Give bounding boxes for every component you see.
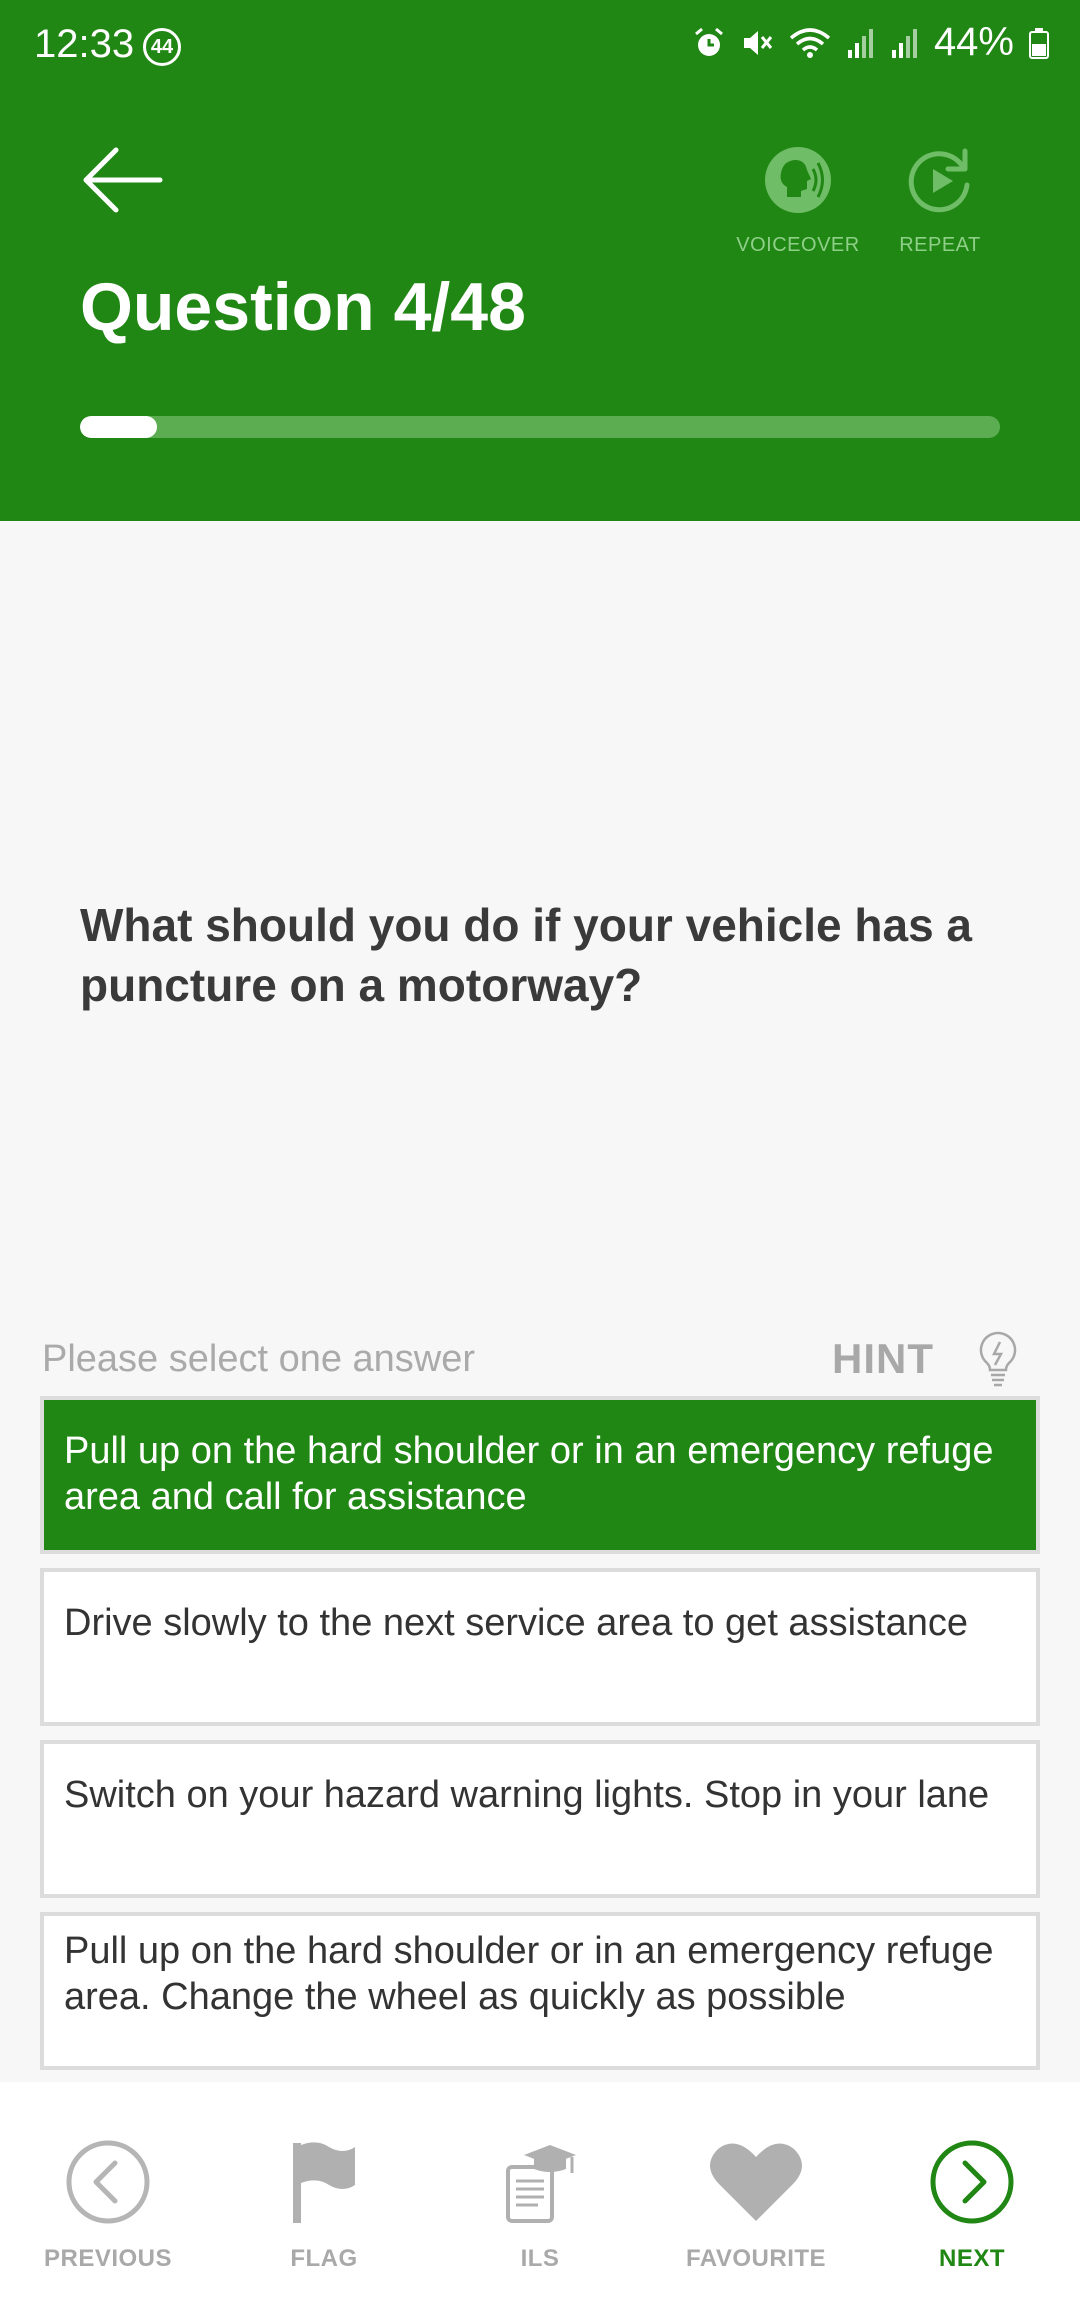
progress-bar — [80, 416, 1000, 438]
previous-label: PREVIOUS — [43, 2245, 173, 2272]
next-button[interactable]: NEXT — [872, 2137, 1072, 2273]
answer-text: Pull up on the hard shoulder or in an em… — [64, 1430, 994, 1518]
heart-icon — [710, 2143, 802, 2221]
chevron-right-circle-icon — [930, 2140, 1014, 2224]
repeat-button[interactable]: REPEAT — [870, 145, 1010, 257]
status-time: 12:33 — [34, 22, 135, 66]
battery-percent: 44% — [933, 20, 1014, 64]
previous-button[interactable]: PREVIOUS — [8, 2137, 208, 2273]
signal-icon-2 — [891, 28, 917, 58]
repeat-label: REPEAT — [899, 234, 981, 256]
mute-icon — [743, 30, 773, 55]
flag-label: FLAG — [290, 2245, 358, 2272]
back-button[interactable] — [80, 145, 164, 215]
battery-icon — [1029, 27, 1049, 59]
answer-text: Switch on your hazard warning lights. St… — [64, 1774, 990, 1816]
chevron-left-circle-icon — [66, 2140, 150, 2224]
answer-list: Pull up on the hard shoulder or in an em… — [40, 1396, 1040, 2084]
progress-fill — [80, 416, 157, 438]
voiceover-button[interactable]: VOICEOVER — [728, 145, 868, 257]
flag-button[interactable]: FLAG — [224, 2137, 424, 2273]
answer-option-2[interactable]: Drive slowly to the next service area to… — [40, 1568, 1040, 1726]
favourite-button[interactable]: FAVOURITE — [656, 2137, 856, 2273]
voiceover-label: VOICEOVER — [736, 234, 860, 256]
favourite-label: FAVOURITE — [685, 2245, 827, 2272]
answer-option-3[interactable]: Switch on your hazard warning lights. St… — [40, 1740, 1040, 1898]
answer-text: Pull up on the hard shoulder or in an em… — [64, 1930, 994, 2018]
bottom-nav: PREVIOUS FLAG ILS FAVOURITE NEXT — [0, 2082, 1080, 2316]
hint-label: HINT — [832, 1335, 934, 1382]
voiceover-icon — [765, 147, 831, 213]
status-bar: 12:33 44 44% — [0, 0, 1080, 90]
answer-option-4[interactable]: Pull up on the hard shoulder or in an em… — [40, 1912, 1040, 2070]
replay-icon — [908, 148, 970, 213]
arrow-left-icon — [83, 147, 163, 213]
next-label: NEXT — [938, 2245, 1005, 2272]
ils-button[interactable]: ILS — [440, 2137, 640, 2273]
question-counter: Question 4/48 — [80, 269, 526, 345]
ils-label: ILS — [520, 2245, 560, 2272]
notification-badge: 44 — [143, 28, 181, 66]
question-text: What should you do if your vehicle has a… — [80, 899, 973, 1011]
alarm-icon — [694, 27, 723, 56]
lightbulb-icon — [979, 1331, 1017, 1387]
hint-button[interactable]: HINT — [832, 1330, 1018, 1388]
flag-icon — [293, 2142, 355, 2223]
answer-text: Drive slowly to the next service area to… — [64, 1602, 968, 1644]
answer-option-1[interactable]: Pull up on the hard shoulder or in an em… — [40, 1396, 1040, 1554]
study-book-icon — [506, 2145, 576, 2223]
answer-prompt: Please select one answer — [42, 1338, 476, 1380]
header: 12:33 44 44% VOICEOVER REPEAT Question 4… — [0, 0, 1080, 521]
status-icons: 44% — [692, 20, 1050, 65]
wifi-icon — [789, 27, 831, 58]
signal-icon — [847, 28, 873, 58]
